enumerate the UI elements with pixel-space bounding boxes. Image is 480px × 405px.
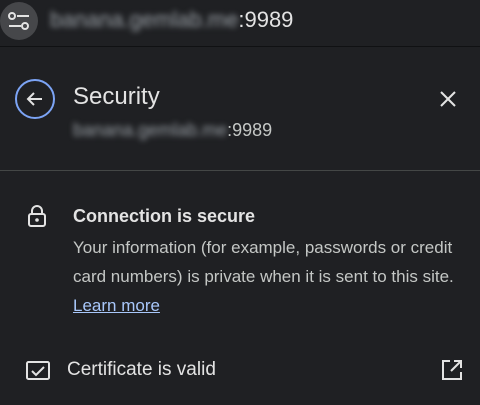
lock-icon — [28, 205, 46, 227]
subtitle-host: banana.gemlab.me — [73, 120, 228, 140]
subtitle-port: :9989 — [227, 120, 273, 140]
url-port: :9989 — [238, 7, 294, 32]
certificate-label: Certificate is valid — [67, 359, 216, 380]
close-button[interactable] — [436, 87, 460, 111]
url-host: banana.gemlab.me — [50, 7, 239, 32]
certificate-icon — [26, 361, 50, 380]
address-bar: banana.gemlab.me:9989 — [0, 0, 480, 44]
connection-description: Your information (for example, passwords… — [73, 233, 468, 320]
site-info-button[interactable] — [0, 2, 38, 40]
url-field[interactable]: banana.gemlab.me:9989 — [50, 7, 293, 33]
close-icon — [440, 91, 456, 107]
learn-more-link[interactable]: Learn more — [73, 296, 160, 315]
divider — [0, 170, 480, 171]
tune-icon — [8, 12, 29, 30]
open-in-new-icon — [442, 360, 462, 380]
back-button[interactable] — [15, 79, 55, 119]
security-popup: Security banana.gemlab.me:9989 Connectio… — [0, 46, 480, 405]
popup-subtitle: banana.gemlab.me:9989 — [73, 119, 272, 141]
certificate-row[interactable]: Certificate is valid — [0, 347, 480, 393]
connection-status-title: Connection is secure — [73, 206, 256, 226]
popup-title: Security — [73, 83, 160, 110]
connection-description-text: Your information (for example, passwords… — [73, 238, 454, 286]
arrow-left-icon — [26, 92, 42, 106]
